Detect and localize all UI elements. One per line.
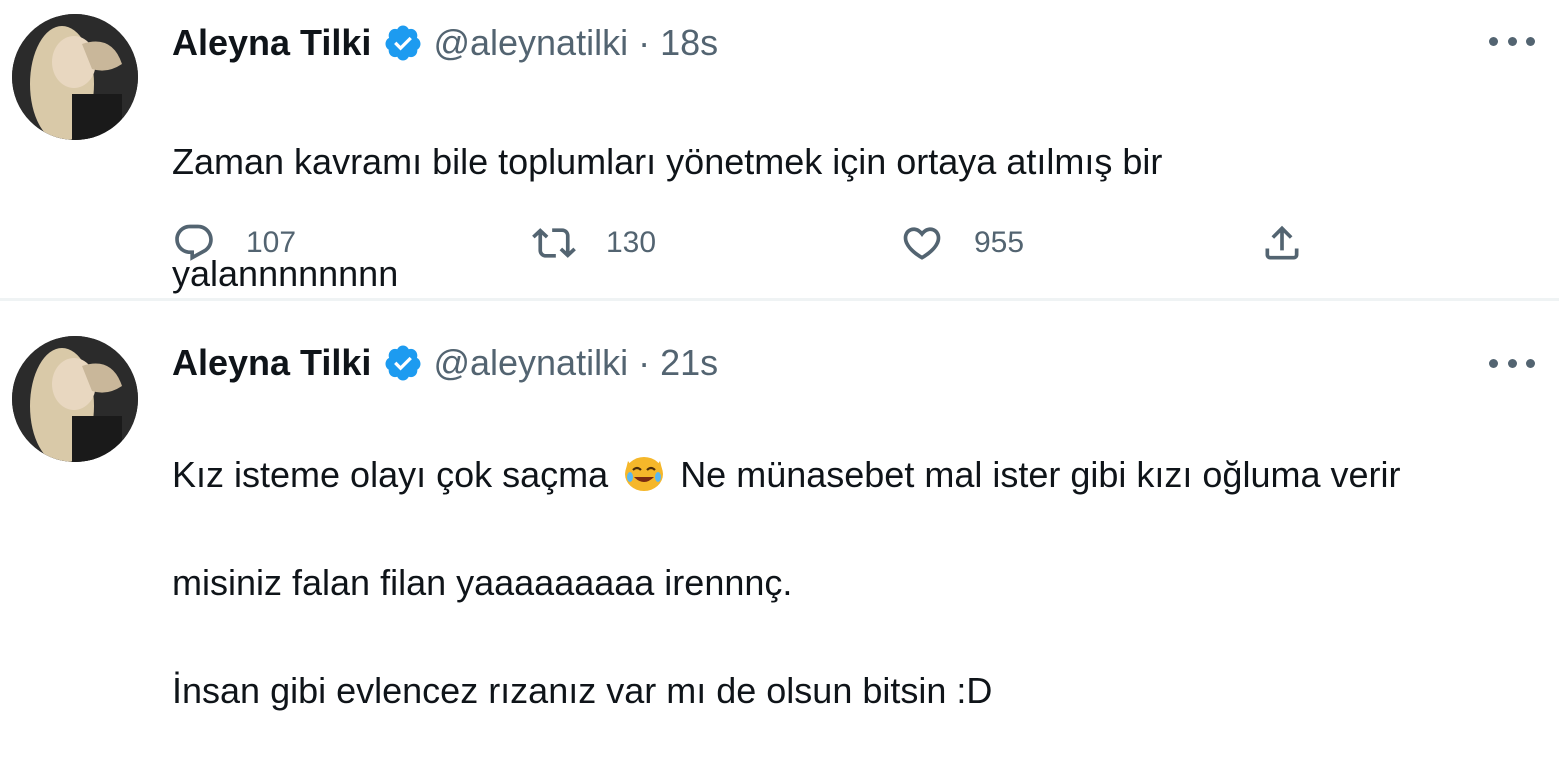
more-options-icon[interactable] bbox=[1489, 348, 1535, 378]
author-handle[interactable]: @aleynatilki bbox=[433, 22, 628, 64]
tweet-header: Aleyna Tilki @aleynatilki · 18s bbox=[172, 16, 718, 70]
retweet-button[interactable]: 130 bbox=[532, 218, 656, 268]
tweet-text-line: misiniz falan filan yaaaaaaaaa irennnç. bbox=[172, 562, 793, 603]
author-name[interactable]: Aleyna Tilki bbox=[172, 342, 371, 384]
reply-button[interactable]: 107 bbox=[172, 218, 296, 268]
tweet-time[interactable]: 18s bbox=[660, 22, 718, 64]
share-button[interactable] bbox=[1260, 218, 1304, 268]
tweet[interactable]: Aleyna Tilki @aleynatilki · 21s Kız iste… bbox=[0, 302, 1559, 711]
tweet-text-line: İnsan gibi evlencez rızanız var mı de ol… bbox=[172, 670, 993, 711]
tweet-text: Kız isteme olayı çok saçma Ne münasebet … bbox=[172, 394, 1532, 772]
retweet-icon bbox=[532, 221, 576, 265]
verified-badge-icon bbox=[383, 23, 423, 63]
verified-badge-icon bbox=[383, 343, 423, 383]
reply-icon bbox=[172, 221, 216, 265]
tweet-header: Aleyna Tilki @aleynatilki · 21s bbox=[172, 336, 718, 390]
reply-count: 107 bbox=[246, 226, 297, 259]
heart-icon bbox=[900, 221, 944, 265]
retweet-count: 130 bbox=[606, 226, 657, 259]
avatar[interactable] bbox=[12, 336, 138, 462]
tweet[interactable]: Aleyna Tilki @aleynatilki · 18s Zaman ka… bbox=[0, 0, 1559, 300]
avatar[interactable] bbox=[12, 14, 138, 140]
like-button[interactable]: 955 bbox=[900, 218, 1024, 268]
separator-dot: · bbox=[638, 342, 651, 383]
tweet-text-segment: Ne münasebet mal ister gibi kızı oğluma … bbox=[680, 454, 1401, 495]
tweet-text-line: Zaman kavramı bile toplumları yönetmek i… bbox=[172, 141, 1163, 182]
laughing-emoji-icon bbox=[622, 453, 666, 493]
more-options-icon[interactable] bbox=[1489, 26, 1535, 56]
tweet-actions: 107 130 955 bbox=[172, 218, 1332, 268]
tweet-text-segment: Kız isteme olayı çok saçma bbox=[172, 454, 609, 495]
author-name[interactable]: Aleyna Tilki bbox=[172, 22, 371, 64]
separator-dot: · bbox=[638, 22, 651, 63]
tweet-text-line: Kız isteme olayı çok saçma Ne münasebet … bbox=[172, 448, 1532, 502]
tweet-divider bbox=[0, 298, 1559, 301]
share-icon bbox=[1260, 221, 1304, 265]
author-handle[interactable]: @aleynatilki bbox=[433, 342, 628, 384]
tweet-time[interactable]: 21s bbox=[660, 342, 718, 384]
like-count: 955 bbox=[974, 226, 1025, 259]
